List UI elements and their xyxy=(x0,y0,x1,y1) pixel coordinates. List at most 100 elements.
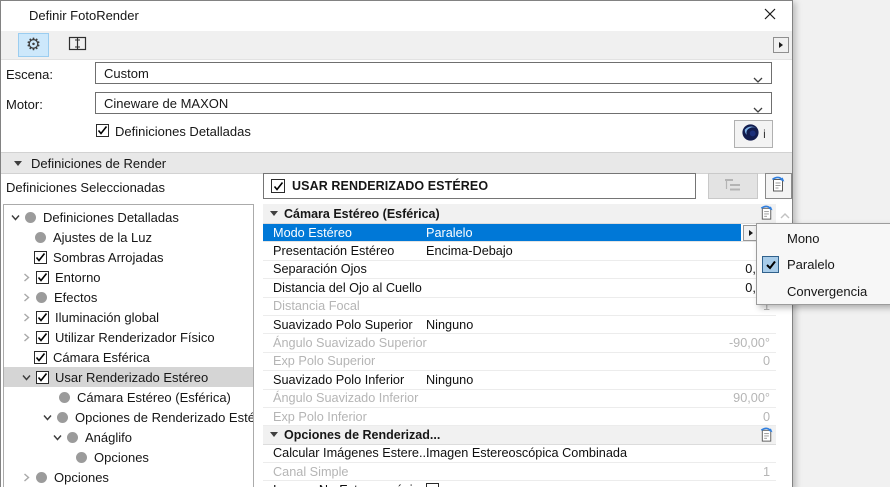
chevron-right-icon[interactable] xyxy=(21,332,32,343)
chevron-down-icon xyxy=(753,101,763,116)
tab-settings-button[interactable]: ⚙ xyxy=(18,33,49,57)
tree-item[interactable]: Ajustes de la Luz xyxy=(4,227,253,247)
right-arrow-icon xyxy=(748,230,753,236)
tree-item[interactable]: Opciones de Renderizado Estéreo xyxy=(4,407,253,427)
engine-dropdown-value: Cineware de MAXON xyxy=(104,95,229,111)
section-definiciones-de-render[interactable]: Definiciones de Render xyxy=(1,152,792,174)
param-label: Separación Ojos xyxy=(273,262,367,277)
param-label: Exp Polo Inferior xyxy=(273,409,367,424)
detailed-settings-checkbox[interactable] xyxy=(96,124,109,137)
param-row[interactable]: Exp Polo Inferior 0 xyxy=(263,408,776,427)
param-row[interactable]: Suavizado Polo Superior Ninguno xyxy=(263,316,776,335)
page-blue-arrow-icon[interactable] xyxy=(759,427,775,446)
chevron-right-icon[interactable] xyxy=(21,272,32,283)
tree-checkbox[interactable] xyxy=(34,350,47,364)
window-size-icon xyxy=(68,36,87,54)
bullet-icon xyxy=(76,451,87,463)
param-row[interactable]: Modo Estéreo Paralelo xyxy=(263,224,776,243)
param-value[interactable]: Encima-Debajo xyxy=(426,244,513,258)
param-label: Calcular Imágenes Estere... xyxy=(273,446,430,461)
menu-item-label: Convergencia xyxy=(787,283,868,299)
param-value[interactable]: -90,00° xyxy=(729,336,770,350)
param-row[interactable]: Distancia Focal 1 xyxy=(263,298,776,316)
param-value[interactable]: 0 xyxy=(763,354,770,368)
chevron-down-icon[interactable] xyxy=(21,372,32,383)
tree-item-label: Efectos xyxy=(54,289,98,305)
menu-item[interactable]: Convergencia xyxy=(757,278,890,305)
page-blue-arrow-icon[interactable] xyxy=(759,205,775,224)
param-value[interactable]: 90,00° xyxy=(733,391,770,405)
tree-checkbox[interactable] xyxy=(34,250,47,264)
tree-item[interactable]: Opciones xyxy=(4,467,253,487)
chevron-right-icon[interactable] xyxy=(21,312,32,323)
menu-item[interactable]: Paralelo xyxy=(757,252,890,279)
tree-item[interactable]: Definiciones Detalladas xyxy=(4,207,253,227)
tree-item-label: Anáglifo xyxy=(85,429,132,445)
tree-item[interactable]: Utilizar Renderizador Físico xyxy=(4,327,253,347)
param-value-checkbox[interactable] xyxy=(426,483,439,487)
param-value[interactable]: Ninguno xyxy=(426,318,473,332)
param-row[interactable]: Canal Simple 1 xyxy=(263,463,776,482)
param-row[interactable]: Separación Ojos0,07 xyxy=(263,261,776,280)
param-label: Modo Estéreo xyxy=(273,225,352,240)
tree-item[interactable]: Opciones xyxy=(4,447,253,467)
param-row[interactable]: Exp Polo Superior 0 xyxy=(263,353,776,372)
chevron-down-icon[interactable] xyxy=(52,432,63,443)
tree-item[interactable]: Efectos xyxy=(4,287,253,307)
tree-checkbox[interactable] xyxy=(36,270,49,284)
tree-checkbox[interactable] xyxy=(36,310,49,324)
scene-dropdown-value: Custom xyxy=(104,65,149,81)
tree-item-label: Cámara Estéreo (Esférica) xyxy=(77,389,231,405)
param-section-header[interactable]: Cámara Estéreo (Esférica) xyxy=(263,204,776,224)
param-value[interactable]: Paralelo xyxy=(426,226,473,240)
detailed-settings-label: Definiciones Detalladas xyxy=(115,124,251,139)
engine-dropdown[interactable]: Cineware de MAXON xyxy=(95,92,772,114)
cinema4d-info-button[interactable]: i xyxy=(734,120,773,148)
param-label: Presentación Estéreo xyxy=(273,244,395,259)
param-row[interactable]: Suavizado Polo Inferior Ninguno xyxy=(263,371,776,390)
chevron-right-icon[interactable] xyxy=(21,472,32,483)
param-section-header[interactable]: Opciones de Renderizad... xyxy=(263,426,776,446)
tree-item-label: Opciones xyxy=(94,449,149,465)
close-button[interactable] xyxy=(747,1,792,30)
param-value[interactable]: Ninguno xyxy=(426,373,473,387)
use-stereo-label: USAR RENDERIZADO ESTÉREO xyxy=(292,179,489,193)
tree-item[interactable]: Cámara Esférica xyxy=(4,347,253,367)
param-row[interactable]: Calcular Imágenes Estere... Imagen Estere… xyxy=(263,445,776,464)
chevron-down-icon[interactable] xyxy=(10,212,21,223)
tree-item[interactable]: Usar Renderizado Estéreo xyxy=(4,367,253,387)
tree-item[interactable]: Iluminación global xyxy=(4,307,253,327)
param-value[interactable]: 0 xyxy=(763,410,770,424)
tree-checkbox[interactable] xyxy=(36,330,49,344)
scroll-up-icon[interactable] xyxy=(779,208,791,223)
param-row[interactable]: Ángulo Suavizado Superior -90,00° xyxy=(263,334,776,353)
use-stereo-checkbox[interactable] xyxy=(271,179,285,193)
param-value[interactable]: Imagen Estereoscópica Combinada xyxy=(426,446,627,460)
close-icon xyxy=(764,8,776,23)
tree-checkbox[interactable] xyxy=(36,370,49,384)
chevron-right-icon[interactable] xyxy=(21,292,32,303)
list-view-button-disabled[interactable] xyxy=(708,173,758,199)
param-label: Distancia del Ojo al Cuello xyxy=(273,280,422,295)
tree-item[interactable]: Anáglifo xyxy=(4,427,253,447)
dialog-definir-fotorender: Definir FotoRender ⚙ Escena: Custom Moto… xyxy=(0,0,793,487)
param-row[interactable]: Imagen No-Estereoscópica xyxy=(263,481,776,487)
param-row[interactable]: Presentación Estéreo Encima-Debajo xyxy=(263,242,776,261)
chevron-down-icon[interactable] xyxy=(42,412,53,423)
param-row[interactable]: Ángulo Suavizado Inferior 90,00° xyxy=(263,390,776,408)
apply-settings-button[interactable] xyxy=(765,173,792,199)
param-value[interactable]: 1 xyxy=(763,465,770,479)
menu-item[interactable]: Mono xyxy=(757,225,890,252)
tree-item[interactable]: Sombras Arrojadas xyxy=(4,247,253,267)
toolbar-overflow-button[interactable] xyxy=(773,37,789,53)
bullet-icon xyxy=(57,411,68,423)
menu-item-label: Paralelo xyxy=(787,257,835,273)
use-stereo-header[interactable]: USAR RENDERIZADO ESTÉREO xyxy=(263,173,696,199)
tree-item-label: Opciones xyxy=(54,469,109,485)
tree-item[interactable]: Cámara Estéreo (Esférica) xyxy=(4,387,253,407)
tab-size-button[interactable] xyxy=(62,33,93,57)
tree-item[interactable]: Entorno xyxy=(4,267,253,287)
scene-label: Escena: xyxy=(6,67,53,82)
scene-dropdown[interactable]: Custom xyxy=(95,62,772,84)
param-row[interactable]: Distancia del Ojo al Cuello0,07 xyxy=(263,279,776,298)
